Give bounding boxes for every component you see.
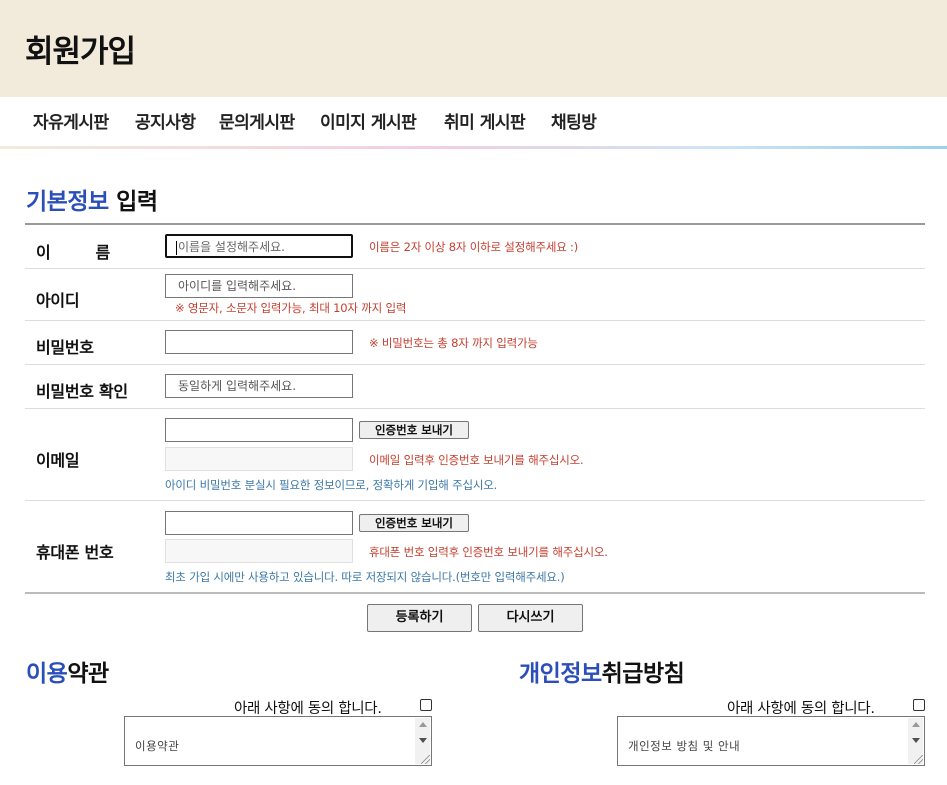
name-label: 이 름 <box>36 243 110 262</box>
reset-button[interactable]: 다시쓰기 <box>478 604 583 632</box>
privacy-textarea[interactable]: 개인정보 방침 및 안내 <box>617 716 925 766</box>
nav-item-chat[interactable]: 채팅방 <box>551 108 597 133</box>
terms-content: 이용약관 <box>135 739 180 753</box>
nav-item-hobby-board[interactable]: 취미 게시판 <box>444 108 526 133</box>
password-confirm-label: 비밀번호 확인 <box>36 382 128 401</box>
row-divider <box>25 500 925 501</box>
email-note: 아이디 비밀번호 분실시 필요한 정보이므로, 정확하게 기입해 주십시오. <box>165 478 498 492</box>
email-hint: 이메일 입력후 인증번호 보내기를 해주십시오. <box>369 453 584 467</box>
privacy-agree-checkbox[interactable] <box>913 699 925 711</box>
row-divider <box>25 364 925 365</box>
password-label: 비밀번호 <box>36 338 94 357</box>
phone-send-code-button[interactable]: 인증번호 보내기 <box>359 514 469 532</box>
name-hint: 이름은 2자 이상 8자 이하로 설정해주세요 :) <box>369 240 579 254</box>
nav-divider <box>0 146 947 149</box>
email-code-input <box>165 447 353 471</box>
terms-agree-label: 아래 사항에 동의 합니다. <box>234 701 382 717</box>
section-title-privacy: 개인정보취급방침 <box>519 661 685 687</box>
nav-item-inquiry-board[interactable]: 문의게시판 <box>219 108 295 133</box>
privacy-agree-label: 아래 사항에 동의 합니다. <box>727 701 875 717</box>
scroll-up-icon[interactable] <box>419 722 427 727</box>
name-input[interactable]: 이름을 설정해주세요. <box>165 234 353 258</box>
row-divider <box>25 268 925 269</box>
phone-note: 최초 가입 시에만 사용하고 있습니다. 따로 저장되지 않습니다.(번호만 입… <box>165 570 565 584</box>
section-title-terms: 이용약관 <box>26 661 109 687</box>
main-nav: 자유게시판 공지사항 문의게시판 이미지 게시판 취미 게시판 채팅방 <box>0 97 947 147</box>
phone-code-input <box>165 539 353 563</box>
phone-label: 휴대폰 번호 <box>36 543 114 562</box>
nav-item-free-board[interactable]: 자유게시판 <box>33 108 109 133</box>
password-input[interactable] <box>165 330 353 354</box>
resize-grip-icon[interactable] <box>914 755 923 764</box>
submit-button[interactable]: 등록하기 <box>367 604 472 632</box>
nav-item-image-board[interactable]: 이미지 게시판 <box>320 108 417 133</box>
scroll-up-icon[interactable] <box>912 722 920 727</box>
page-title: 회원가입 <box>25 34 136 70</box>
section-title-basic-info: 기본정보 입력 <box>26 189 158 215</box>
password-hint: ※ 비밀번호는 총 8자 까지 입력가능 <box>369 336 538 350</box>
password-confirm-input[interactable]: 동일하게 입력해주세요. <box>165 374 353 398</box>
resize-grip-icon[interactable] <box>421 755 430 764</box>
terms-textarea[interactable]: 이용약관 <box>124 716 432 766</box>
text-caret <box>176 240 177 255</box>
id-label: 아이디 <box>36 291 80 310</box>
email-label: 이메일 <box>36 451 80 470</box>
row-divider <box>25 408 925 409</box>
nav-item-notice[interactable]: 공지사항 <box>135 108 196 133</box>
privacy-content: 개인정보 방침 및 안내 <box>628 739 741 753</box>
form-bottom-border <box>25 592 925 594</box>
phone-input[interactable] <box>165 511 353 535</box>
site-header: 회원가입 <box>0 0 947 97</box>
email-input[interactable] <box>165 418 353 442</box>
id-input[interactable]: 아이디를 입력해주세요. <box>165 274 353 298</box>
terms-agree-checkbox[interactable] <box>420 699 432 711</box>
id-hint: ※ 영문자, 소문자 입력가능, 최대 10자 까지 입력 <box>175 301 407 315</box>
scroll-down-icon[interactable] <box>912 738 920 743</box>
scroll-down-icon[interactable] <box>419 738 427 743</box>
row-divider <box>25 320 925 321</box>
phone-hint: 휴대폰 번호 입력후 인증번호 보내기를 해주십시오. <box>369 545 608 559</box>
email-send-code-button[interactable]: 인증번호 보내기 <box>359 421 469 439</box>
form-top-border <box>25 223 925 225</box>
